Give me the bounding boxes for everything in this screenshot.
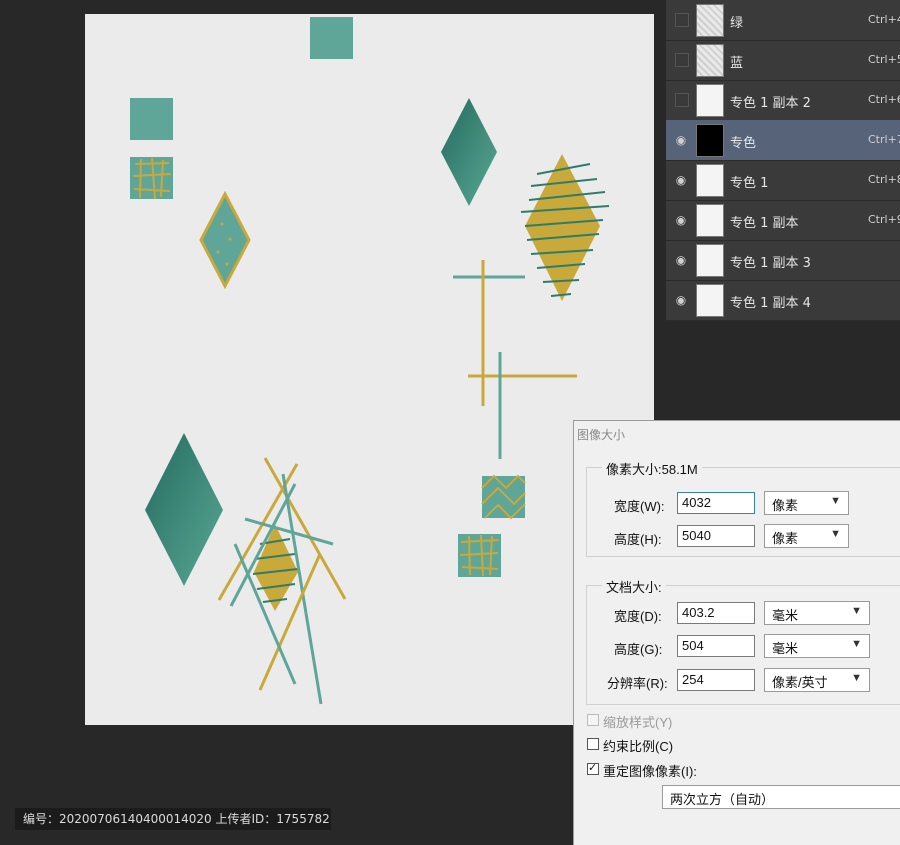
layer-row[interactable]: 蓝 Ctrl+5 [666,40,900,81]
square-shape [130,98,173,140]
layer-shortcut: Ctrl+4 [868,13,900,26]
layer-shortcut: Ctrl+5 [868,53,900,66]
resample-method-value: 两次立方（自动） [670,792,775,807]
layer-shortcut: Ctrl+7 [868,133,900,146]
pixel-size-label: 像素大小:58.1M [602,459,702,478]
layer-name: 专色 [730,136,757,151]
constrain-proportions-checkbox[interactable] [587,738,599,750]
eye-icon[interactable]: ◉ [672,252,690,268]
plaid-square-2 [458,534,501,577]
doc-width-unit-value: 毫米 [772,608,799,623]
doc-height-unit-value: 毫米 [772,641,799,656]
doc-height-label: 高度(G): [614,642,663,657]
layer-thumbnail [696,84,724,117]
layer-thumbnail [696,284,724,317]
layer-row[interactable]: ◉ 专色 1 Ctrl+8 [666,160,900,201]
layer-shortcut: Ctrl+6 [868,93,900,106]
layers-panel: 绿 Ctrl+4 蓝 Ctrl+5 专色 1 副本 2 Ctrl+6 ◉ 专色 Ctrl+7 ◉ 专… [666,0,900,321]
visibility-toggle[interactable] [675,13,689,27]
footer-caption: 编号：20200706140400014020 上传者ID：1755782 [15,808,331,830]
doc-height-input[interactable]: 504 [677,635,755,657]
artwork [130,17,610,705]
height-input[interactable]: 5040 [677,525,755,547]
eye-icon[interactable]: ◉ [672,292,690,308]
resolution-label: 分辨率(R): [607,676,668,691]
doc-height-unit-select[interactable]: 毫米 ▼ [764,634,870,658]
layer-shortcut: Ctrl+9 [868,213,900,226]
layer-row[interactable]: ◉ 专色 Ctrl+7 [666,120,900,161]
doc-width-label: 宽度(D): [614,609,662,624]
chevron-down-icon: ▼ [851,672,862,684]
layer-row[interactable]: ◉ 专色 1 副本 3 [666,240,900,281]
scale-styles-label: 缩放样式(Y) [603,715,673,730]
scribble-diamond [520,154,610,301]
chevron-down-icon: ▼ [830,495,841,507]
height-unit-select[interactable]: 像素 ▼ [764,524,849,548]
constrain-proportions-label: 约束比例(C) [603,739,674,754]
layer-name: 专色 1 副本 2 [730,96,811,111]
layer-row[interactable]: ◉ 专色 1 副本 4 [666,280,900,321]
lattice-square [481,474,526,520]
image-size-dialog: 图像大小 像素大小:58.1M 宽度(W): 4032 像素 ▼ 高度(H): 5… [573,420,900,845]
eye-icon[interactable]: ◉ [672,172,690,188]
plaid-square [130,157,173,200]
document-canvas[interactable] [85,14,654,725]
layer-thumbnail [696,124,724,157]
dialog-title: 图像大小 [577,428,626,442]
visibility-toggle[interactable] [675,93,689,107]
layer-shortcut: Ctrl+8 [868,173,900,186]
dotted-diamond [199,190,251,290]
square-shape [310,17,353,59]
teal-diamond [441,98,497,206]
doc-width-unit-select[interactable]: 毫米 ▼ [764,601,870,625]
large-teal-diamond [145,433,223,586]
width-label: 宽度(W): [614,499,665,514]
resample-checkbox[interactable]: ✓ [587,762,599,775]
layer-row[interactable]: 绿 Ctrl+4 [666,0,900,41]
scale-styles-checkbox[interactable] [587,714,599,726]
layer-name: 蓝 [730,56,744,71]
width-input[interactable]: 4032 [677,492,755,514]
chevron-down-icon: ▼ [851,605,862,617]
resample-label: 重定图像像素(I): [603,764,697,779]
layer-name: 专色 1 副本 [730,216,799,231]
resolution-unit-select[interactable]: 像素/英寸 ▼ [764,668,870,692]
resolution-unit-value: 像素/英寸 [772,675,828,690]
layer-name: 专色 1 [730,176,769,191]
eye-icon[interactable]: ◉ [672,132,690,148]
doc-size-label: 文档大小: [602,577,666,596]
doc-width-input[interactable]: 403.2 [677,602,755,624]
layer-thumbnail [696,204,724,237]
layer-name: 专色 1 副本 3 [730,256,811,271]
height-label: 高度(H): [614,532,662,547]
layer-thumbnail [696,44,724,77]
eye-icon[interactable]: ◉ [672,212,690,228]
resample-method-select[interactable]: 两次立方（自动） [662,785,900,809]
chevron-down-icon: ▼ [851,638,862,650]
layer-name: 绿 [730,16,744,31]
width-unit-value: 像素 [772,498,799,513]
width-unit-select[interactable]: 像素 ▼ [764,491,849,515]
visibility-toggle[interactable] [675,53,689,67]
layer-row[interactable]: ◉ 专色 1 副本 Ctrl+9 [666,200,900,241]
chevron-down-icon: ▼ [830,528,841,540]
layer-name: 专色 1 副本 4 [730,296,811,311]
height-unit-value: 像素 [772,531,799,546]
layer-thumbnail [696,244,724,277]
checkmark-icon: ✓ [588,762,598,774]
layer-thumbnail [696,4,724,37]
resolution-input[interactable]: 254 [677,669,755,691]
layer-row[interactable]: 专色 1 副本 2 Ctrl+6 [666,80,900,121]
line-cluster-bottom [217,457,347,705]
layer-thumbnail [696,164,724,197]
